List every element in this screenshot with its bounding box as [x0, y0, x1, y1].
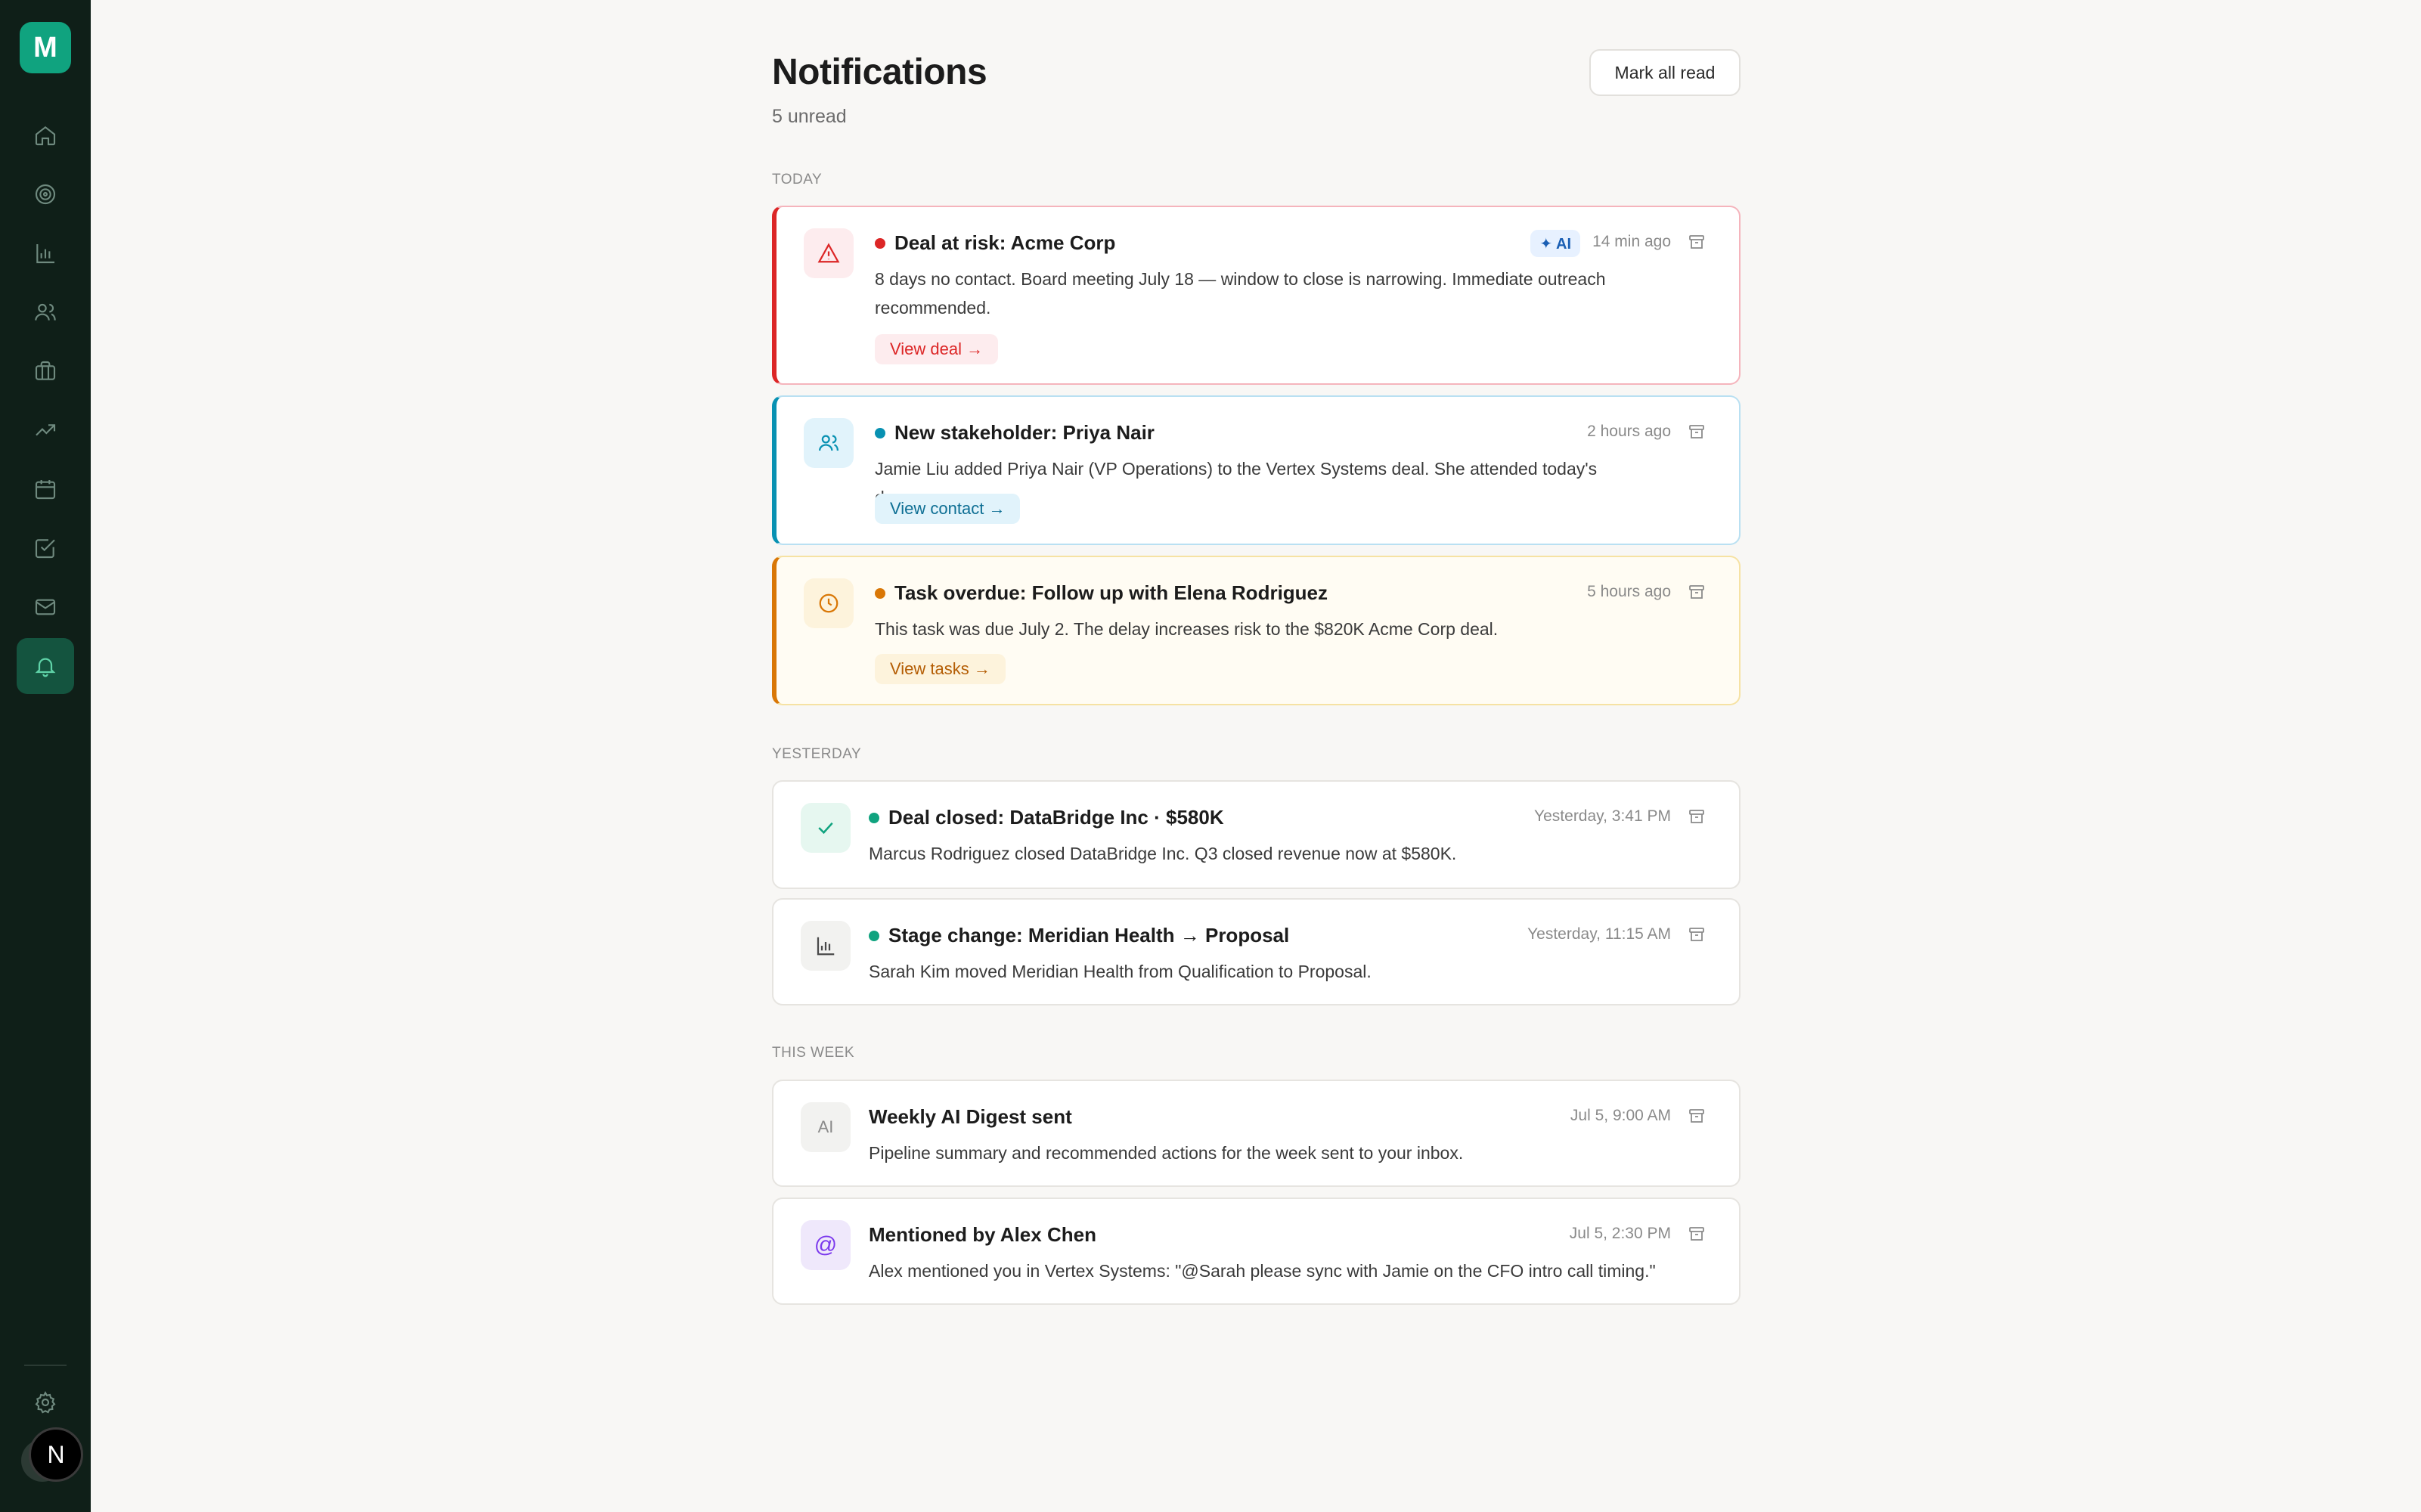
checkbox-icon[interactable] [17, 520, 74, 576]
bar-chart-icon [801, 921, 851, 971]
section-label-this-week: THIS WEEK [772, 1045, 855, 1061]
notification-body: Pipeline summary and recommended actions… [869, 1143, 1464, 1163]
archive-icon[interactable] [1688, 423, 1706, 441]
mark-all-read-button[interactable]: Mark all read [1589, 49, 1741, 96]
section-label-today: TODAY [772, 172, 823, 187]
section-label-yesterday: YESTERDAY [772, 746, 862, 762]
notification-body: Marcus Rodriguez closed DataBridge Inc. … [869, 844, 1457, 863]
trending-up-icon[interactable] [17, 402, 74, 458]
mail-icon[interactable] [17, 579, 74, 635]
notification-title: Mentioned by Alex Chen [869, 1223, 1096, 1247]
sidebar: M N [0, 0, 91, 1512]
archive-icon[interactable] [1688, 233, 1706, 251]
users-icon [804, 418, 854, 468]
unread-dot [875, 427, 885, 438]
archive-icon[interactable] [1688, 925, 1706, 943]
notification-title-text: New stakeholder: Priya Nair [894, 421, 1155, 444]
notification-time: 2 hours ago [1587, 423, 1671, 440]
notification-body: 8 days no contact. Board meeting July 18… [875, 269, 1606, 318]
archive-icon[interactable] [1688, 807, 1706, 826]
notification-card[interactable]: @ Mentioned by Alex Chen Jul 5, 2:30 PM … [772, 1198, 1741, 1305]
notification-card[interactable]: AI Weekly AI Digest sent Jul 5, 9:00 AM … [772, 1080, 1741, 1187]
notification-title: Stage change: Meridian Health → Proposal [869, 924, 1289, 947]
unread-dot [869, 812, 879, 823]
notification-title-text: Stage change: Meridian Health → Proposal [888, 924, 1290, 947]
notification-time: 14 min ago [1592, 233, 1671, 250]
users-icon[interactable] [17, 284, 74, 340]
unread-dot [875, 237, 885, 249]
notification-title-text: Deal closed: DataBridge Inc · $580K [888, 806, 1224, 829]
notification-title-text: Deal at risk: Acme Corp [894, 231, 1116, 254]
archive-icon[interactable] [1688, 1107, 1706, 1125]
clock-icon [804, 578, 854, 628]
notification-card[interactable]: Deal at risk: Acme Corp ✦ AI 14 min ago … [772, 206, 1741, 385]
notification-title: Weekly AI Digest sent [869, 1105, 1072, 1129]
ai-icon: AI [801, 1102, 851, 1152]
gear-icon[interactable] [17, 1374, 74, 1430]
notification-time: Yesterday, 11:15 AM [1527, 925, 1671, 943]
view-tasks-button[interactable]: View tasks → [875, 654, 1006, 684]
notification-title: Deal closed: DataBridge Inc · $580K [869, 806, 1224, 829]
notification-body: This task was due July 2. The delay incr… [875, 619, 1499, 639]
briefcase-icon[interactable] [17, 343, 74, 399]
bar-chart-icon[interactable] [17, 225, 74, 281]
archive-icon[interactable] [1688, 1225, 1706, 1243]
notification-title-text: Mentioned by Alex Chen [869, 1223, 1096, 1246]
warning-triangle-icon [804, 228, 854, 278]
notification-time: Jul 5, 9:00 AM [1570, 1107, 1671, 1124]
notification-card[interactable]: New stakeholder: Priya Nair 2 hours ago … [772, 395, 1741, 545]
notification-card[interactable]: Stage change: Meridian Health → Proposal… [772, 898, 1741, 1005]
notification-time: Yesterday, 3:41 PM [1534, 807, 1671, 825]
notification-body: Alex mentioned you in Vertex Systems: "@… [869, 1261, 1656, 1281]
unread-count: 5 unread [772, 106, 847, 127]
notification-title: Deal at risk: Acme Corp [875, 231, 1115, 255]
avatar[interactable]: N [29, 1427, 83, 1482]
target-icon[interactable] [17, 166, 74, 222]
at-icon: @ [801, 1220, 851, 1270]
calendar-icon[interactable] [17, 461, 74, 517]
archive-icon[interactable] [1688, 583, 1706, 601]
notification-card[interactable]: Deal closed: DataBridge Inc · $580K Yest… [772, 780, 1741, 889]
notification-body: Sarah Kim moved Meridian Health from Qua… [869, 962, 1372, 981]
unread-dot [875, 587, 885, 599]
notification-time: 5 hours ago [1587, 583, 1671, 600]
notification-title: Task overdue: Follow up with Elena Rodri… [875, 581, 1328, 605]
notification-title-text: Task overdue: Follow up with Elena Rodri… [894, 581, 1328, 604]
notification-title: New stakeholder: Priya Nair [875, 421, 1155, 445]
bell-icon[interactable] [17, 638, 74, 694]
notification-time: Jul 5, 2:30 PM [1569, 1225, 1671, 1242]
app-logo[interactable]: M [20, 22, 71, 73]
check-icon [801, 803, 851, 853]
unread-dot [869, 930, 879, 941]
notification-card[interactable]: Task overdue: Follow up with Elena Rodri… [772, 556, 1741, 705]
view-contact-button[interactable]: View contact → [875, 494, 1021, 524]
notification-title-text: Weekly AI Digest sent [869, 1105, 1072, 1128]
sidebar-divider [24, 1365, 67, 1366]
ai-badge: ✦ AI [1530, 230, 1580, 257]
page-title: Notifications [772, 52, 987, 92]
home-icon[interactable] [17, 107, 74, 163]
view-deal-button[interactable]: View deal → [875, 334, 999, 364]
